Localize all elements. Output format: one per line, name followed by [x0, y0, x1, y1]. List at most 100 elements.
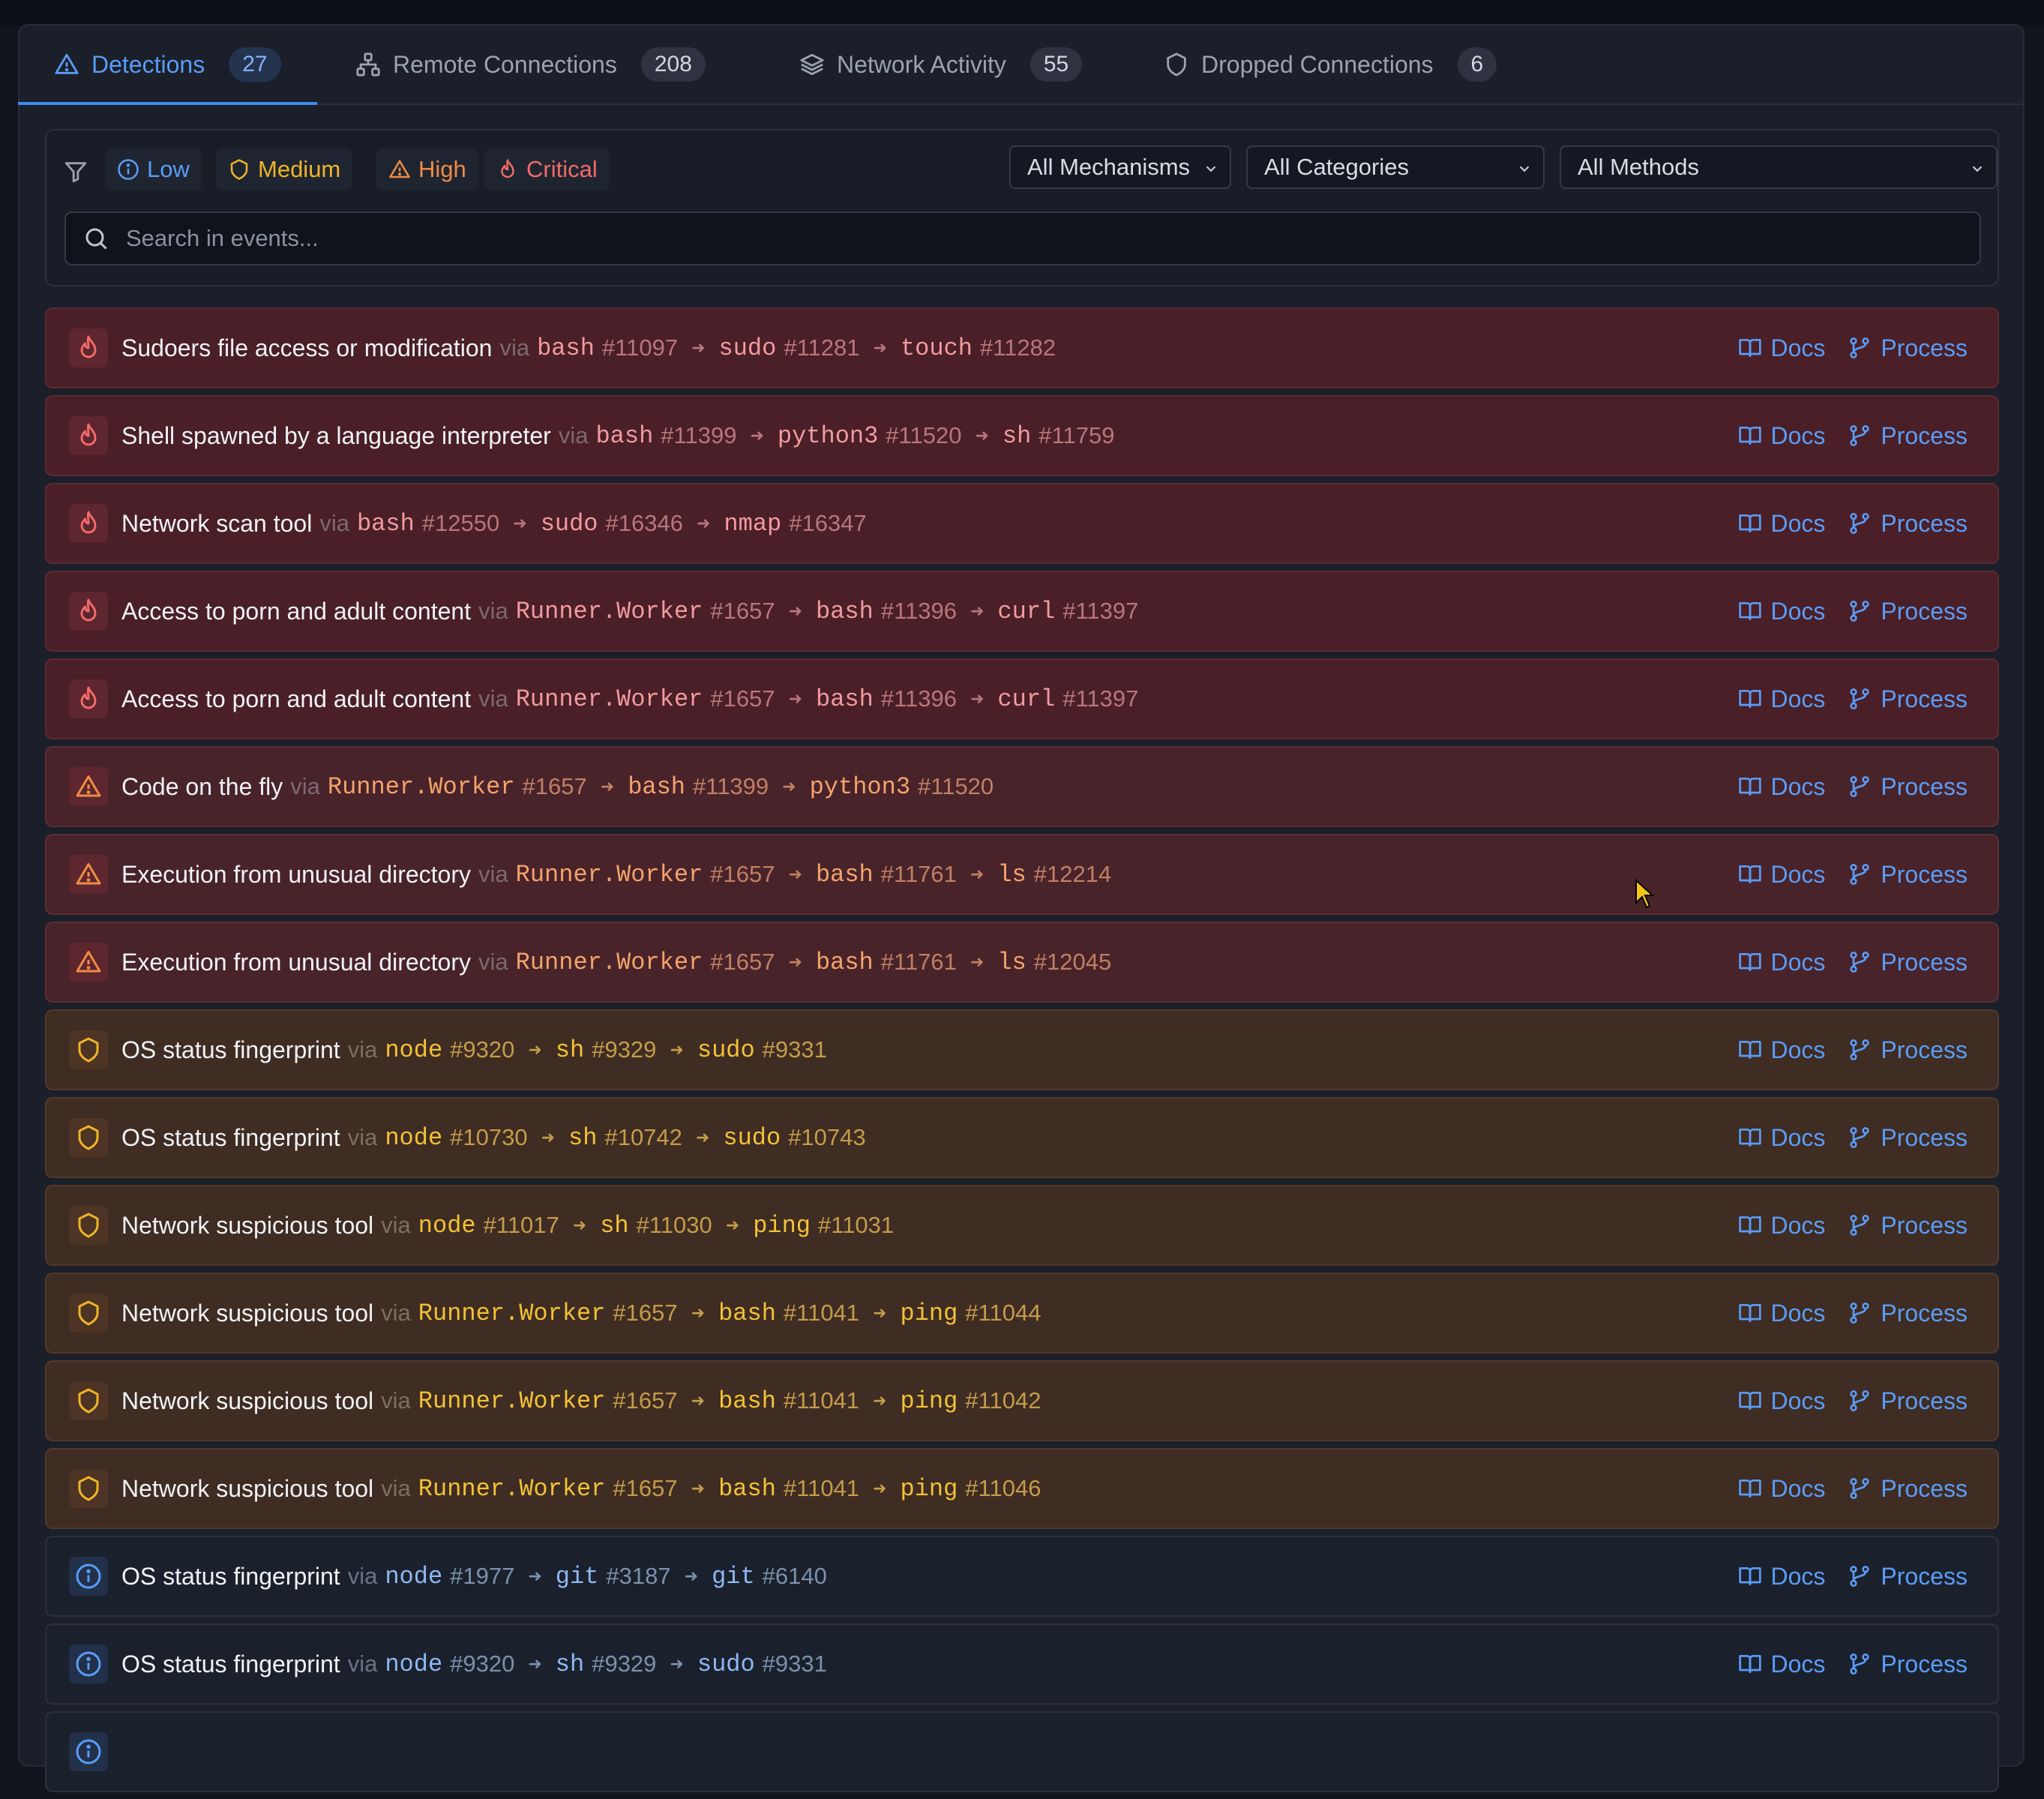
tab-remote-connections[interactable]: Remote Connections 208 — [355, 25, 706, 103]
process-name[interactable]: ping — [753, 1212, 811, 1240]
process-name[interactable]: Runner.Worker — [516, 685, 703, 713]
process-name[interactable]: nmap — [724, 510, 781, 538]
process-name[interactable]: bash — [816, 861, 874, 889]
detection-row[interactable]: OS status fingerprint via node #1977 ➜ git #31… — [45, 1536, 1999, 1617]
process-name[interactable]: sh — [568, 1124, 597, 1152]
detection-row[interactable] — [45, 1711, 1999, 1792]
process-name[interactable]: sudo — [541, 510, 598, 538]
process-name[interactable]: sudo — [723, 1124, 781, 1152]
process-link[interactable]: Process — [1848, 1387, 1968, 1415]
docs-link[interactable]: Docs — [1738, 334, 1825, 362]
process-link[interactable]: Process — [1848, 334, 1968, 362]
process-name[interactable]: sudo — [719, 334, 777, 362]
process-name[interactable]: ping — [900, 1387, 958, 1415]
process-name[interactable]: node — [385, 1124, 442, 1152]
process-name[interactable]: bash — [816, 949, 874, 976]
process-name[interactable]: Runner.Worker — [516, 598, 703, 625]
process-name[interactable]: Runner.Worker — [418, 1387, 606, 1415]
detection-row[interactable]: Network suspicious tool via node #11017 ➜ sh #… — [45, 1185, 1999, 1266]
process-link[interactable]: Process — [1848, 1212, 1968, 1240]
process-name[interactable]: node — [385, 1651, 442, 1678]
docs-link[interactable]: Docs — [1738, 1124, 1825, 1152]
process-name[interactable]: python3 — [810, 773, 910, 801]
docs-link[interactable]: Docs — [1738, 685, 1825, 713]
docs-link[interactable]: Docs — [1738, 422, 1825, 450]
process-name[interactable]: bash — [718, 1475, 776, 1503]
docs-link[interactable]: Docs — [1738, 1036, 1825, 1064]
process-name[interactable]: Runner.Worker — [328, 773, 515, 801]
process-link[interactable]: Process — [1848, 1036, 1968, 1064]
docs-link[interactable]: Docs — [1738, 510, 1825, 538]
process-name[interactable]: Runner.Worker — [516, 949, 703, 976]
docs-link[interactable]: Docs — [1738, 1300, 1825, 1327]
detection-row[interactable]: Access to porn and adult content via Runne… — [45, 571, 1999, 652]
docs-link[interactable]: Docs — [1738, 1387, 1825, 1415]
detection-row[interactable]: OS status fingerprint via node #9320 ➜ sh #932… — [45, 1624, 1999, 1705]
docs-link[interactable]: Docs — [1738, 1212, 1825, 1240]
process-name[interactable]: Runner.Worker — [516, 861, 703, 889]
process-link[interactable]: Process — [1848, 861, 1968, 889]
process-name[interactable]: sh — [1003, 422, 1031, 450]
detection-row[interactable]: Execution from unusual directory via Runne… — [45, 834, 1999, 915]
severity-filter-low[interactable]: Low — [105, 148, 202, 190]
process-link[interactable]: Process — [1848, 1651, 1968, 1678]
severity-filter-critical[interactable]: Critical — [484, 148, 610, 190]
process-name[interactable]: sudo — [697, 1651, 755, 1678]
process-name[interactable]: Runner.Worker — [418, 1300, 606, 1327]
process-link[interactable]: Process — [1848, 685, 1968, 713]
process-name[interactable]: Runner.Worker — [418, 1475, 606, 1503]
process-name[interactable]: git — [556, 1563, 599, 1591]
process-link[interactable]: Process — [1848, 598, 1968, 625]
process-name[interactable]: python3 — [778, 422, 878, 450]
docs-link[interactable]: Docs — [1738, 1651, 1825, 1678]
severity-filter-high[interactable]: High — [376, 148, 478, 190]
mechanism-select[interactable]: All Mechanisms — [1009, 145, 1231, 189]
process-link[interactable]: Process — [1848, 1563, 1968, 1591]
category-select[interactable]: All Categories — [1246, 145, 1545, 189]
detection-row[interactable]: Network suspicious tool via Runner.Worker #… — [45, 1273, 1999, 1354]
process-name[interactable]: ls — [997, 861, 1026, 889]
process-name[interactable]: bash — [595, 422, 653, 450]
process-name[interactable]: sudo — [697, 1036, 755, 1064]
process-name[interactable]: bash — [628, 773, 685, 801]
detection-row[interactable]: Sudoers file access or modification via ba… — [45, 307, 1999, 388]
tab-network-activity[interactable]: Network Activity 55 — [799, 25, 1083, 103]
tab-detections[interactable]: Detections 27 — [18, 25, 317, 105]
process-link[interactable]: Process — [1848, 510, 1968, 538]
docs-link[interactable]: Docs — [1738, 861, 1825, 889]
process-link[interactable]: Process — [1848, 1475, 1968, 1503]
method-select[interactable]: All Methods — [1560, 145, 1998, 189]
docs-link[interactable]: Docs — [1738, 1563, 1825, 1591]
process-name[interactable]: ls — [997, 949, 1026, 976]
detection-row[interactable]: Network suspicious tool via Runner.Worker #… — [45, 1360, 1999, 1441]
process-link[interactable]: Process — [1848, 949, 1968, 976]
process-name[interactable]: curl — [997, 598, 1055, 625]
process-link[interactable]: Process — [1848, 422, 1968, 450]
detection-row[interactable]: Access to porn and adult content via Runne… — [45, 658, 1999, 739]
process-name[interactable]: bash — [537, 334, 595, 362]
process-name[interactable]: node — [385, 1036, 442, 1064]
process-name[interactable]: curl — [997, 685, 1055, 713]
docs-link[interactable]: Docs — [1738, 1475, 1825, 1503]
process-name[interactable]: bash — [816, 598, 874, 625]
process-name[interactable]: node — [418, 1212, 476, 1240]
detection-row[interactable]: Shell spawned by a language interpreter v… — [45, 395, 1999, 476]
process-name[interactable]: ping — [900, 1300, 958, 1327]
docs-link[interactable]: Docs — [1738, 773, 1825, 801]
process-name[interactable]: sh — [556, 1036, 584, 1064]
process-name[interactable]: touch — [901, 334, 973, 362]
detection-row[interactable]: Network scan tool via bash #12550 ➜ sudo #1634… — [45, 483, 1999, 564]
process-name[interactable]: bash — [816, 685, 874, 713]
detection-row[interactable]: OS status fingerprint via node #9320 ➜ sh #932… — [45, 1009, 1999, 1090]
process-name[interactable]: ping — [900, 1475, 958, 1503]
docs-link[interactable]: Docs — [1738, 598, 1825, 625]
process-name[interactable]: bash — [718, 1387, 776, 1415]
detection-row[interactable]: Code on the fly via Runner.Worker #1657 ➜ bas… — [45, 746, 1999, 827]
process-name[interactable]: sh — [600, 1212, 628, 1240]
process-link[interactable]: Process — [1848, 1300, 1968, 1327]
tab-dropped-connections[interactable]: Dropped Connections 6 — [1164, 25, 1497, 103]
severity-filter-medium[interactable]: Medium — [216, 148, 353, 190]
process-name[interactable]: bash — [718, 1300, 776, 1327]
process-link[interactable]: Process — [1848, 1124, 1968, 1152]
process-name[interactable]: sh — [556, 1651, 584, 1678]
